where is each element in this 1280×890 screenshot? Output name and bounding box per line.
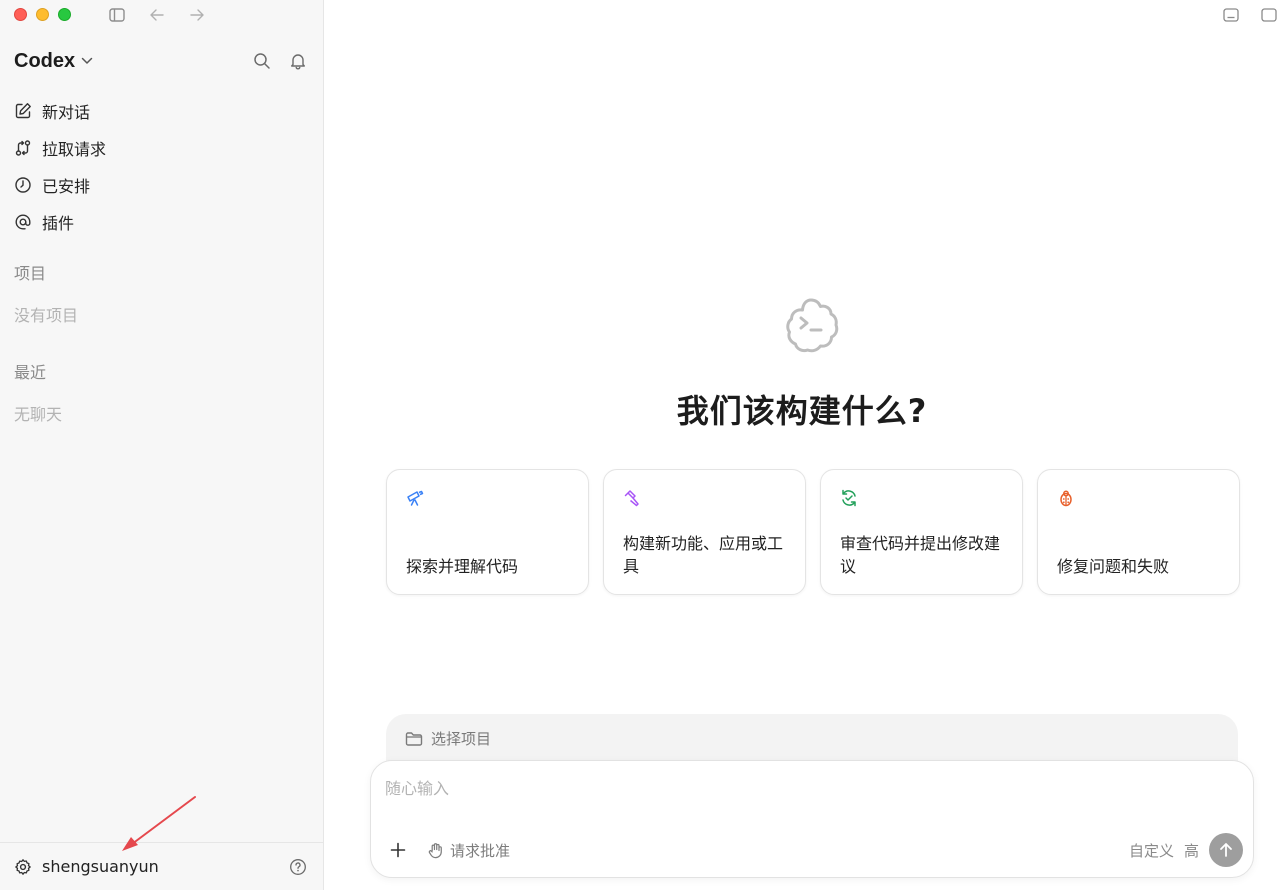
- help-icon: [290, 858, 306, 875]
- zoom-window-button[interactable]: [58, 8, 71, 21]
- brand-name: Codex: [14, 49, 76, 72]
- plus-icon: [390, 842, 406, 858]
- sidebar-item-label: 已安排: [42, 176, 91, 196]
- approval-mode-label: 请求批准: [450, 841, 511, 860]
- search-icon: [254, 53, 270, 69]
- arrow-up-icon: [1220, 843, 1232, 857]
- hammer-icon: [624, 490, 639, 507]
- terminal-panel-icon: [1223, 8, 1239, 22]
- attach-button[interactable]: [387, 839, 409, 861]
- send-button[interactable]: [1209, 833, 1243, 867]
- sidebar-item-scheduled[interactable]: 已安排: [8, 166, 315, 203]
- sidebar-item-new-chat[interactable]: 新对话: [8, 92, 315, 129]
- user-name: shengsuanyun: [42, 857, 159, 876]
- project-selector-inner: 选择项目: [405, 728, 491, 749]
- forward-button[interactable]: [184, 4, 210, 26]
- toggle-side-panel-button[interactable]: [1258, 6, 1280, 24]
- folder-icon: [405, 731, 423, 746]
- back-button[interactable]: [144, 4, 170, 26]
- sidebar-item-plugins[interactable]: 插件: [8, 203, 315, 240]
- help-button[interactable]: [287, 856, 309, 878]
- projects-section-label: 项目: [14, 264, 47, 283]
- sidebar-item-label: 新对话: [42, 102, 91, 122]
- brand-actions: [251, 50, 309, 72]
- suggestion-card-build[interactable]: 构建新功能、应用或工具: [603, 469, 806, 595]
- recent-section-label: 最近: [14, 363, 47, 382]
- suggestion-card-label: 探索并理解代码: [406, 557, 519, 576]
- main-panel: 我们该构建什么? 探索并理解代码 构建新功能、应用或工具 审查代码并提出修改建议…: [324, 0, 1280, 890]
- hand-icon: [428, 842, 442, 858]
- brand-row: Codex: [14, 46, 309, 76]
- composer-right-controls: 自定义 高: [1129, 833, 1243, 867]
- at-icon: [15, 214, 31, 229]
- projects-empty-label: 没有项目: [14, 306, 79, 325]
- window-toolbar: [104, 4, 210, 26]
- toggle-terminal-button[interactable]: [1220, 6, 1242, 24]
- workspace-switcher[interactable]: Codex: [14, 50, 93, 73]
- codex-logo-icon: [786, 298, 839, 353]
- composer-toolbar: 请求批准 自定义 高: [387, 833, 1243, 867]
- notifications-button[interactable]: [287, 50, 309, 72]
- window-controls: [14, 8, 71, 21]
- suggestion-card-review[interactable]: 审查代码并提出修改建议: [820, 469, 1023, 595]
- settings-button[interactable]: shengsuanyun: [14, 857, 159, 876]
- sidebar-toggle-icon: [109, 8, 125, 22]
- toggle-sidebar-button[interactable]: [104, 4, 130, 26]
- recent-empty-label: 无聊天: [14, 405, 63, 424]
- pull-request-icon: [15, 139, 31, 156]
- reasoning-level-button[interactable]: 高: [1184, 840, 1199, 861]
- message-input[interactable]: [385, 779, 1225, 798]
- minimize-window-button[interactable]: [36, 8, 49, 21]
- top-right-tools: [1220, 6, 1280, 24]
- suggestion-card-explore[interactable]: 探索并理解代码: [386, 469, 589, 595]
- chevron-down-icon: [81, 57, 93, 64]
- side-panel-icon: [1261, 8, 1277, 22]
- sidebar-footer: shengsuanyun: [0, 842, 323, 890]
- sidebar-item-label: 插件: [42, 213, 75, 233]
- bug-icon: [1060, 490, 1072, 507]
- page-headline: 我们该构建什么?: [676, 392, 928, 430]
- bell-icon: [291, 54, 305, 70]
- arrow-right-icon: [190, 9, 204, 21]
- suggestion-card-label: 审查代码并提出修改建议: [840, 534, 1001, 576]
- search-button[interactable]: [251, 50, 273, 72]
- sidebar-item-label: 拉取请求: [42, 139, 107, 159]
- sidebar-item-pull-requests[interactable]: 拉取请求: [8, 129, 315, 166]
- gear-icon: [15, 858, 31, 875]
- suggestion-cards: 探索并理解代码 构建新功能、应用或工具 审查代码并提出修改建议 修复问题和失败: [386, 469, 1240, 595]
- sidebar: Codex 新对话 拉取请求 已安排 插件 项目 没有项目 最近 无聊天 she…: [0, 0, 324, 890]
- clock-icon: [15, 176, 31, 193]
- arrow-left-icon: [150, 9, 164, 21]
- approval-mode-button[interactable]: 请求批准: [427, 840, 510, 861]
- composer: 请求批准 自定义 高: [370, 760, 1254, 878]
- project-selector-label: 选择项目: [431, 730, 492, 748]
- review-icon: [842, 489, 856, 507]
- edit-icon: [15, 102, 31, 118]
- custom-mode-button[interactable]: 自定义: [1129, 840, 1174, 861]
- suggestion-card-fix[interactable]: 修复问题和失败: [1037, 469, 1240, 595]
- sidebar-nav: 新对话 拉取请求 已安排 插件: [8, 92, 315, 240]
- close-window-button[interactable]: [14, 8, 27, 21]
- suggestion-card-label: 修复问题和失败: [1057, 557, 1170, 576]
- suggestion-card-label: 构建新功能、应用或工具: [623, 534, 784, 576]
- telescope-icon: [407, 490, 424, 506]
